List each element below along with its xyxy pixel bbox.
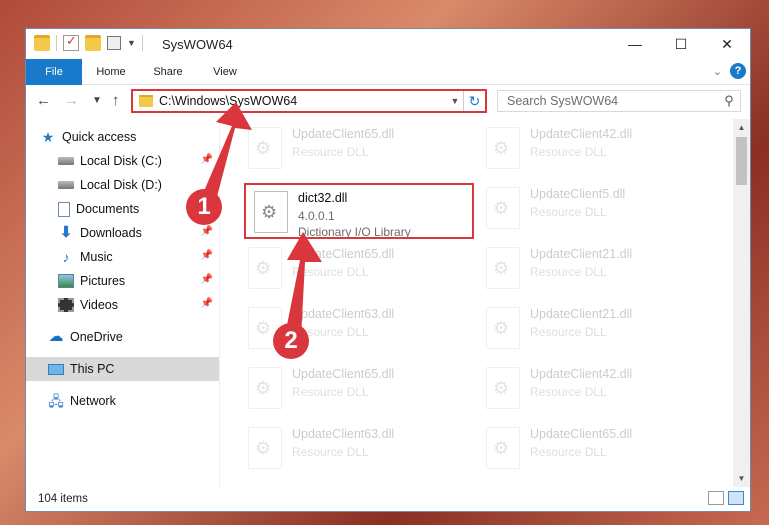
step-1-badge: 1 [186,189,222,225]
step-2-badge: 2 [273,323,309,359]
annotation-arrows [198,102,322,338]
